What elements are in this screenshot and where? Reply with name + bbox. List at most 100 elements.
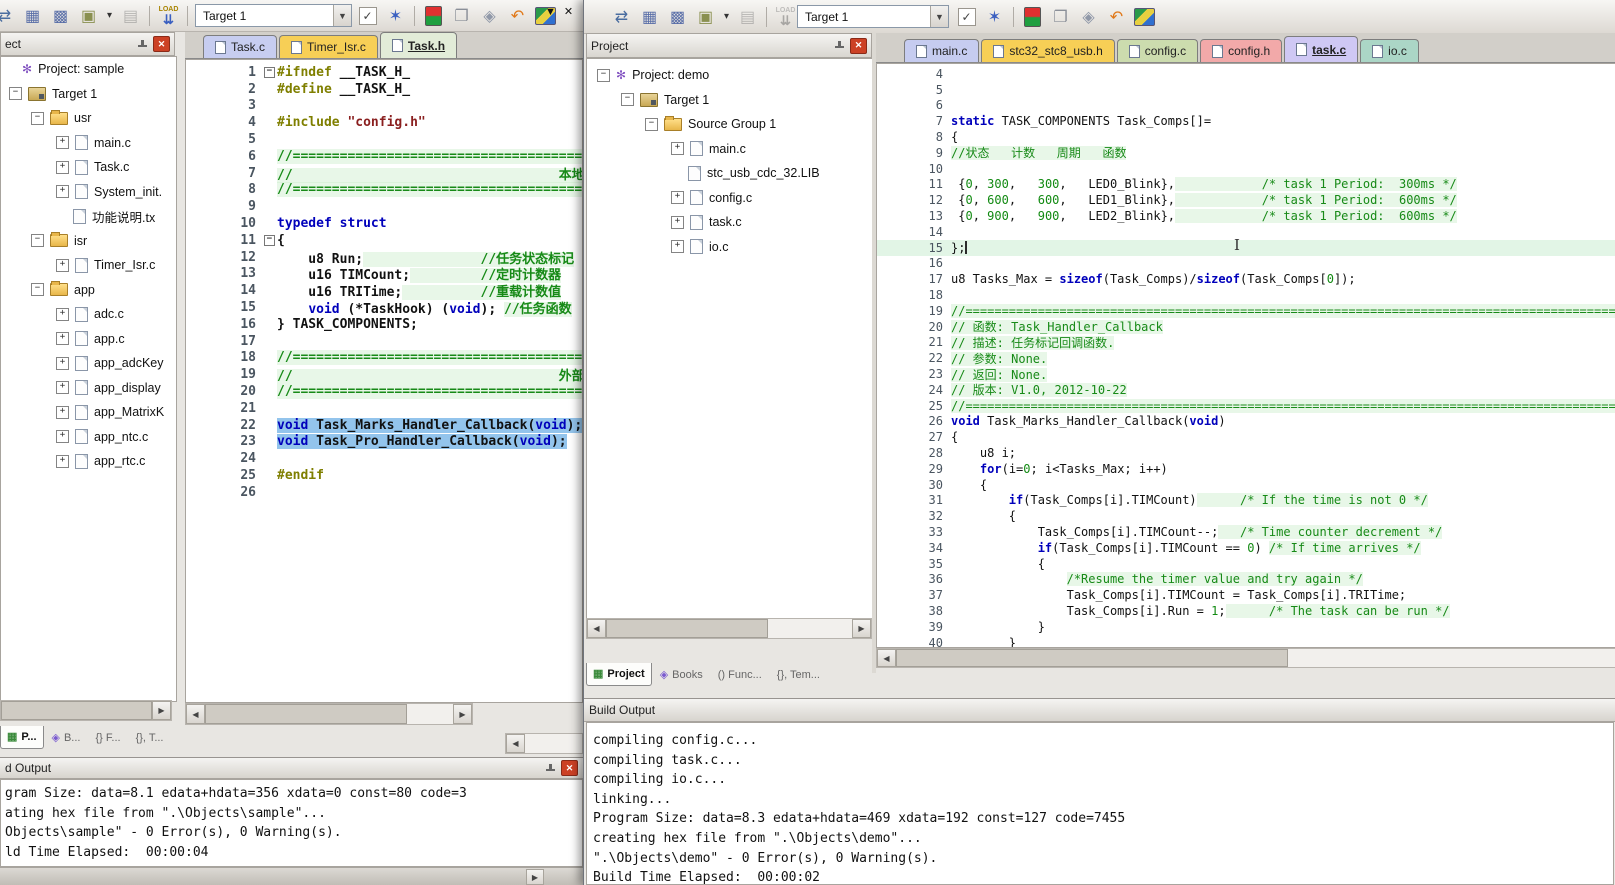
editor-tab-stc32-stc8-usb-h[interactable]: stc32_stc8_usb.h bbox=[981, 39, 1114, 62]
expand-box[interactable]: − bbox=[645, 118, 658, 131]
expand-box[interactable]: − bbox=[31, 283, 44, 296]
editor-tab-timer-isr-c[interactable]: Timer_Isr.c bbox=[279, 35, 378, 58]
dropdown-arrow-icon[interactable]: ▾ bbox=[104, 3, 115, 28]
code-editor-right[interactable]: 4567static TASK_COMPONENTS Task_Comps[]=… bbox=[876, 63, 1615, 648]
editor-hscrollbar-right[interactable]: ◀ bbox=[876, 648, 1615, 668]
tree-item[interactable]: −✻Project: demo bbox=[587, 63, 873, 88]
editor-tab-config-h[interactable]: config.h bbox=[1200, 39, 1282, 62]
editor-tab-config-c[interactable]: config.c bbox=[1117, 39, 1198, 62]
scrollbar-track[interactable] bbox=[768, 619, 852, 638]
windows-stack-icon[interactable]: ❐ bbox=[1048, 4, 1073, 29]
expand-box[interactable]: + bbox=[56, 136, 69, 149]
tree-item[interactable]: +System_init. bbox=[1, 180, 176, 205]
scroll-right-icon[interactable]: ▶ bbox=[152, 701, 171, 720]
scroll-left-icon[interactable]: ◀ bbox=[186, 704, 205, 724]
tab-close-icon[interactable]: ✕ bbox=[564, 5, 573, 18]
chevron-down-icon[interactable]: ▼ bbox=[930, 6, 948, 27]
pin-icon[interactable] bbox=[835, 41, 844, 50]
build-icon[interactable]: ▦ bbox=[637, 4, 662, 29]
tree-item[interactable]: −usr bbox=[1, 106, 176, 131]
panel-tab--f-[interactable]: {} F... bbox=[88, 726, 127, 750]
windows-stack-icon[interactable]: ❐ bbox=[449, 3, 474, 28]
project-tree-hscrollbar[interactable]: ◀ ▶ bbox=[586, 618, 872, 639]
scroll-left-icon[interactable]: ◀ bbox=[877, 649, 896, 667]
rebuild-icon[interactable]: ▩ bbox=[665, 4, 690, 29]
tree-item[interactable]: +adc.c bbox=[1, 302, 176, 327]
load-icon[interactable]: LOAD⇊ bbox=[156, 3, 181, 28]
tree-item[interactable]: +task.c bbox=[587, 210, 873, 235]
undo-icon[interactable]: ↶ bbox=[1104, 4, 1129, 29]
expand-box[interactable]: + bbox=[671, 142, 684, 155]
scrollbar-thumb[interactable] bbox=[896, 649, 1288, 667]
tree-item[interactable]: −app bbox=[1, 278, 176, 303]
editor-tab-task-c[interactable]: Task.c bbox=[203, 35, 277, 58]
expand-box[interactable]: − bbox=[31, 234, 44, 247]
panel-tab-books[interactable]: ◈Books bbox=[653, 663, 710, 687]
build-output-left[interactable]: gram Size: data=8.1 edata+hdata=356 xdat… bbox=[0, 779, 583, 867]
expand-box[interactable]: + bbox=[56, 259, 69, 272]
tree-item[interactable]: +app_MatrixK bbox=[1, 400, 176, 425]
chevron-down-icon[interactable]: ▼ bbox=[333, 5, 351, 26]
wand-icon[interactable]: ✶ bbox=[383, 3, 408, 28]
tree-item[interactable]: +Timer_Isr.c bbox=[1, 253, 176, 278]
flag-checkbox-icon[interactable]: ✓ bbox=[355, 3, 380, 28]
target-select[interactable]: Target 1 ▼ bbox=[797, 5, 949, 28]
tree-item[interactable]: −Target 1 bbox=[1, 82, 176, 107]
tree-item[interactable]: +app_ntc.c bbox=[1, 425, 176, 450]
expand-box[interactable]: + bbox=[56, 332, 69, 345]
editor-tab-task-c[interactable]: task.c bbox=[1284, 36, 1358, 62]
translate-icon[interactable]: ⇄ bbox=[0, 3, 17, 28]
tree-item[interactable]: +app_rtc.c bbox=[1, 449, 176, 474]
editor-tab-io-c[interactable]: io.c bbox=[1360, 39, 1419, 62]
target-select[interactable]: Target 1 ▼ bbox=[195, 4, 352, 27]
debug-icon[interactable] bbox=[1020, 4, 1045, 29]
scroll-left-icon[interactable]: ◀ bbox=[506, 734, 525, 753]
undo-icon[interactable]: ↶ bbox=[505, 3, 530, 28]
tree-item[interactable]: +app.c bbox=[1, 327, 176, 352]
expand-box[interactable]: + bbox=[56, 308, 69, 321]
scrollbar-thumb[interactable] bbox=[205, 704, 407, 724]
tree-item[interactable]: 功能说明.tx bbox=[1, 204, 176, 229]
tree-item[interactable]: +app_adcKey bbox=[1, 351, 176, 376]
tree-item[interactable]: +Task.c bbox=[1, 155, 176, 180]
editor-hscrollbar-fragment[interactable]: ◀ bbox=[505, 733, 583, 754]
panel-tab--func-[interactable]: () Func... bbox=[711, 663, 769, 687]
panel-tab-p-[interactable]: ▦P... bbox=[0, 726, 44, 749]
expand-box[interactable]: + bbox=[56, 430, 69, 443]
expand-box[interactable]: − bbox=[597, 69, 610, 82]
rebuild-icon[interactable]: ▩ bbox=[48, 3, 73, 28]
panel-tab--tem-[interactable]: {}, Tem... bbox=[770, 663, 827, 687]
panel-tab-project[interactable]: ▦Project bbox=[586, 663, 652, 686]
tree-item[interactable]: stc_usb_cdc_32.LIB bbox=[587, 161, 873, 186]
expand-box[interactable]: + bbox=[56, 381, 69, 394]
debug-icon[interactable] bbox=[421, 3, 446, 28]
tree-item[interactable]: −Source Group 1 bbox=[587, 112, 873, 137]
expand-box[interactable]: + bbox=[56, 455, 69, 468]
build-icon[interactable]: ▦ bbox=[20, 3, 45, 28]
editor-tab-task-h[interactable]: Task.h bbox=[380, 32, 457, 58]
panel-tab-b-[interactable]: ◈B... bbox=[45, 726, 88, 750]
batch-build-icon[interactable]: ▣ bbox=[76, 3, 101, 28]
flag-checkbox-icon[interactable]: ✓ bbox=[954, 4, 979, 29]
scrollbar-track[interactable] bbox=[1288, 649, 1615, 667]
batch-build-icon[interactable]: ▣ bbox=[693, 4, 718, 29]
scroll-right-icon[interactable]: ▶ bbox=[453, 704, 472, 724]
build-output-right[interactable]: compiling config.c...compiling task.c...… bbox=[586, 722, 1614, 885]
project-tree[interactable]: ✻Project: sample−Target 1−usr+main.c+Tas… bbox=[0, 56, 177, 702]
expand-box[interactable]: + bbox=[56, 406, 69, 419]
project-tree-hscrollbar[interactable]: ▶ bbox=[0, 700, 172, 721]
close-icon[interactable]: ✕ bbox=[561, 760, 578, 776]
expand-box[interactable]: + bbox=[56, 161, 69, 174]
print-icon[interactable]: ▤ bbox=[735, 4, 760, 29]
scrollbar-thumb[interactable] bbox=[1, 701, 152, 720]
tree-item[interactable]: +main.c bbox=[587, 137, 873, 162]
scroll-right-icon[interactable]: ▶ bbox=[852, 619, 871, 638]
tree-item[interactable]: +app_display bbox=[1, 376, 176, 401]
pack-icon[interactable] bbox=[1132, 4, 1157, 29]
expand-box[interactable]: + bbox=[671, 240, 684, 253]
scrollbar-track[interactable] bbox=[525, 734, 582, 753]
pin-icon[interactable] bbox=[546, 764, 555, 773]
translate-icon[interactable]: ⇄ bbox=[609, 4, 634, 29]
editor-tab-main-c[interactable]: main.c bbox=[904, 39, 979, 62]
diamond-icon[interactable]: ◈ bbox=[477, 3, 502, 28]
